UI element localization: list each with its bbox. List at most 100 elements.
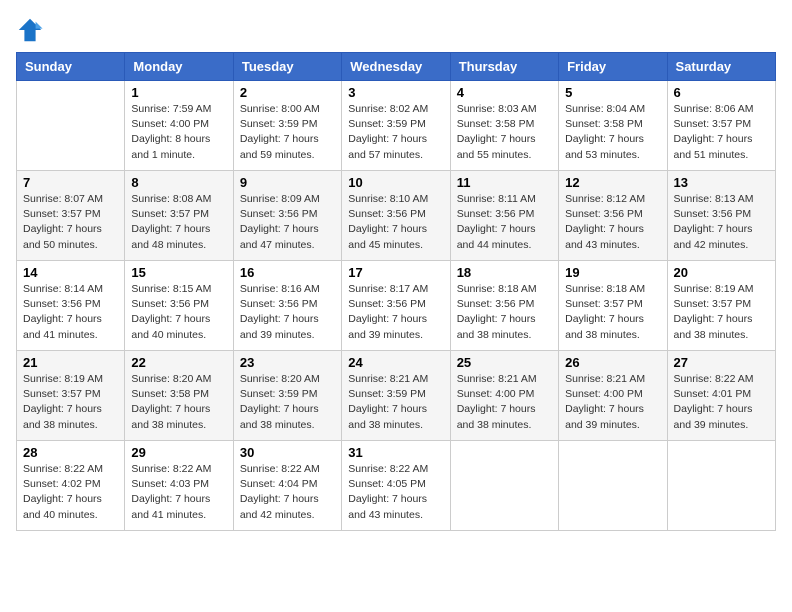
cell-info: Sunrise: 8:19 AMSunset: 3:57 PMDaylight:… <box>674 282 769 343</box>
cell-info: Sunrise: 7:59 AMSunset: 4:00 PMDaylight:… <box>131 102 226 163</box>
day-number: 5 <box>565 85 660 100</box>
calendar-cell: 5 Sunrise: 8:04 AMSunset: 3:58 PMDaylight… <box>559 81 667 171</box>
cell-info: Sunrise: 8:21 AMSunset: 4:00 PMDaylight:… <box>565 372 660 433</box>
day-number: 1 <box>131 85 226 100</box>
cell-info: Sunrise: 8:10 AMSunset: 3:56 PMDaylight:… <box>348 192 443 253</box>
cell-info: Sunrise: 8:09 AMSunset: 3:56 PMDaylight:… <box>240 192 335 253</box>
calendar-cell: 13 Sunrise: 8:13 AMSunset: 3:56 PMDayligh… <box>667 171 775 261</box>
day-number: 14 <box>23 265 118 280</box>
day-number: 7 <box>23 175 118 190</box>
day-number: 20 <box>674 265 769 280</box>
cell-info: Sunrise: 8:22 AMSunset: 4:05 PMDaylight:… <box>348 462 443 523</box>
week-row-5: 28Sunrise: 8:22 AMSunset: 4:02 PMDayligh… <box>17 441 776 531</box>
cell-info: Sunrise: 8:03 AMSunset: 3:58 PMDaylight:… <box>457 102 552 163</box>
cell-info: Sunrise: 8:00 AMSunset: 3:59 PMDaylight:… <box>240 102 335 163</box>
calendar-cell: 16Sunrise: 8:16 AMSunset: 3:56 PMDayligh… <box>233 261 341 351</box>
day-number: 19 <box>565 265 660 280</box>
cell-info: Sunrise: 8:15 AMSunset: 3:56 PMDaylight:… <box>131 282 226 343</box>
cell-info: Sunrise: 8:21 AMSunset: 4:00 PMDaylight:… <box>457 372 552 433</box>
calendar-cell: 7Sunrise: 8:07 AMSunset: 3:57 PMDaylight… <box>17 171 125 261</box>
cell-info: Sunrise: 8:20 AMSunset: 3:59 PMDaylight:… <box>240 372 335 433</box>
week-row-2: 7Sunrise: 8:07 AMSunset: 3:57 PMDaylight… <box>17 171 776 261</box>
day-number: 29 <box>131 445 226 460</box>
day-number: 11 <box>457 175 552 190</box>
day-number: 30 <box>240 445 335 460</box>
weekday-header-thursday: Thursday <box>450 53 558 81</box>
day-number: 18 <box>457 265 552 280</box>
day-number: 24 <box>348 355 443 370</box>
calendar-cell: 31Sunrise: 8:22 AMSunset: 4:05 PMDayligh… <box>342 441 450 531</box>
calendar-cell: 15 Sunrise: 8:15 AMSunset: 3:56 PMDayligh… <box>125 261 233 351</box>
weekday-header-sunday: Sunday <box>17 53 125 81</box>
logo <box>16 16 48 44</box>
logo-icon <box>16 16 44 44</box>
cell-info: Sunrise: 8:12 AMSunset: 3:56 PMDaylight:… <box>565 192 660 253</box>
cell-info: Sunrise: 8:02 AMSunset: 3:59 PMDaylight:… <box>348 102 443 163</box>
calendar-cell: 12 Sunrise: 8:12 AMSunset: 3:56 PMDayligh… <box>559 171 667 261</box>
calendar-cell: 9 Sunrise: 8:09 AMSunset: 3:56 PMDaylight… <box>233 171 341 261</box>
cell-info: Sunrise: 8:22 AMSunset: 4:02 PMDaylight:… <box>23 462 118 523</box>
calendar-cell <box>559 441 667 531</box>
day-number: 4 <box>457 85 552 100</box>
calendar-cell: 26 Sunrise: 8:21 AMSunset: 4:00 PMDayligh… <box>559 351 667 441</box>
day-number: 27 <box>674 355 769 370</box>
calendar-cell: 8 Sunrise: 8:08 AMSunset: 3:57 PMDaylight… <box>125 171 233 261</box>
weekday-header-tuesday: Tuesday <box>233 53 341 81</box>
calendar-cell: 17 Sunrise: 8:17 AMSunset: 3:56 PMDayligh… <box>342 261 450 351</box>
calendar-cell: 1 Sunrise: 7:59 AMSunset: 4:00 PMDaylight… <box>125 81 233 171</box>
cell-info: Sunrise: 8:04 AMSunset: 3:58 PMDaylight:… <box>565 102 660 163</box>
day-number: 6 <box>674 85 769 100</box>
day-number: 26 <box>565 355 660 370</box>
calendar-cell: 10 Sunrise: 8:10 AMSunset: 3:56 PMDayligh… <box>342 171 450 261</box>
calendar-cell: 22Sunrise: 8:20 AMSunset: 3:58 PMDayligh… <box>125 351 233 441</box>
calendar-cell: 19 Sunrise: 8:18 AMSunset: 3:57 PMDayligh… <box>559 261 667 351</box>
cell-info: Sunrise: 8:17 AMSunset: 3:56 PMDaylight:… <box>348 282 443 343</box>
calendar-cell: 2 Sunrise: 8:00 AMSunset: 3:59 PMDaylight… <box>233 81 341 171</box>
calendar-cell: 29 Sunrise: 8:22 AMSunset: 4:03 PMDayligh… <box>125 441 233 531</box>
cell-info: Sunrise: 8:22 AMSunset: 4:01 PMDaylight:… <box>674 372 769 433</box>
day-number: 21 <box>23 355 118 370</box>
day-number: 17 <box>348 265 443 280</box>
day-number: 13 <box>674 175 769 190</box>
day-number: 16 <box>240 265 335 280</box>
calendar-cell: 11Sunrise: 8:11 AMSunset: 3:56 PMDayligh… <box>450 171 558 261</box>
day-number: 15 <box>131 265 226 280</box>
calendar-cell: 6 Sunrise: 8:06 AMSunset: 3:57 PMDaylight… <box>667 81 775 171</box>
cell-info: Sunrise: 8:19 AMSunset: 3:57 PMDaylight:… <box>23 372 118 433</box>
cell-info: Sunrise: 8:06 AMSunset: 3:57 PMDaylight:… <box>674 102 769 163</box>
week-row-1: 1 Sunrise: 7:59 AMSunset: 4:00 PMDaylight… <box>17 81 776 171</box>
calendar-table: SundayMondayTuesdayWednesdayThursdayFrid… <box>16 52 776 531</box>
week-row-4: 21 Sunrise: 8:19 AMSunset: 3:57 PMDayligh… <box>17 351 776 441</box>
calendar-cell <box>667 441 775 531</box>
day-number: 12 <box>565 175 660 190</box>
calendar-cell <box>17 81 125 171</box>
cell-info: Sunrise: 8:08 AMSunset: 3:57 PMDaylight:… <box>131 192 226 253</box>
weekday-header-friday: Friday <box>559 53 667 81</box>
calendar-cell: 21 Sunrise: 8:19 AMSunset: 3:57 PMDayligh… <box>17 351 125 441</box>
day-number: 8 <box>131 175 226 190</box>
day-number: 25 <box>457 355 552 370</box>
weekday-header-row: SundayMondayTuesdayWednesdayThursdayFrid… <box>17 53 776 81</box>
day-number: 23 <box>240 355 335 370</box>
cell-info: Sunrise: 8:21 AMSunset: 3:59 PMDaylight:… <box>348 372 443 433</box>
calendar-cell: 4 Sunrise: 8:03 AMSunset: 3:58 PMDaylight… <box>450 81 558 171</box>
calendar-cell: 23 Sunrise: 8:20 AMSunset: 3:59 PMDayligh… <box>233 351 341 441</box>
day-number: 10 <box>348 175 443 190</box>
day-number: 3 <box>348 85 443 100</box>
day-number: 9 <box>240 175 335 190</box>
calendar-cell: 27 Sunrise: 8:22 AMSunset: 4:01 PMDayligh… <box>667 351 775 441</box>
weekday-header-saturday: Saturday <box>667 53 775 81</box>
cell-info: Sunrise: 8:22 AMSunset: 4:04 PMDaylight:… <box>240 462 335 523</box>
cell-info: Sunrise: 8:22 AMSunset: 4:03 PMDaylight:… <box>131 462 226 523</box>
cell-info: Sunrise: 8:13 AMSunset: 3:56 PMDaylight:… <box>674 192 769 253</box>
calendar-cell: 24 Sunrise: 8:21 AMSunset: 3:59 PMDayligh… <box>342 351 450 441</box>
calendar-cell: 20 Sunrise: 8:19 AMSunset: 3:57 PMDayligh… <box>667 261 775 351</box>
calendar-cell: 30 Sunrise: 8:22 AMSunset: 4:04 PMDayligh… <box>233 441 341 531</box>
cell-info: Sunrise: 8:18 AMSunset: 3:57 PMDaylight:… <box>565 282 660 343</box>
day-number: 2 <box>240 85 335 100</box>
calendar-cell: 28Sunrise: 8:22 AMSunset: 4:02 PMDayligh… <box>17 441 125 531</box>
week-row-3: 14Sunrise: 8:14 AMSunset: 3:56 PMDayligh… <box>17 261 776 351</box>
page-header <box>16 16 776 44</box>
weekday-header-monday: Monday <box>125 53 233 81</box>
calendar-cell: 18Sunrise: 8:18 AMSunset: 3:56 PMDayligh… <box>450 261 558 351</box>
